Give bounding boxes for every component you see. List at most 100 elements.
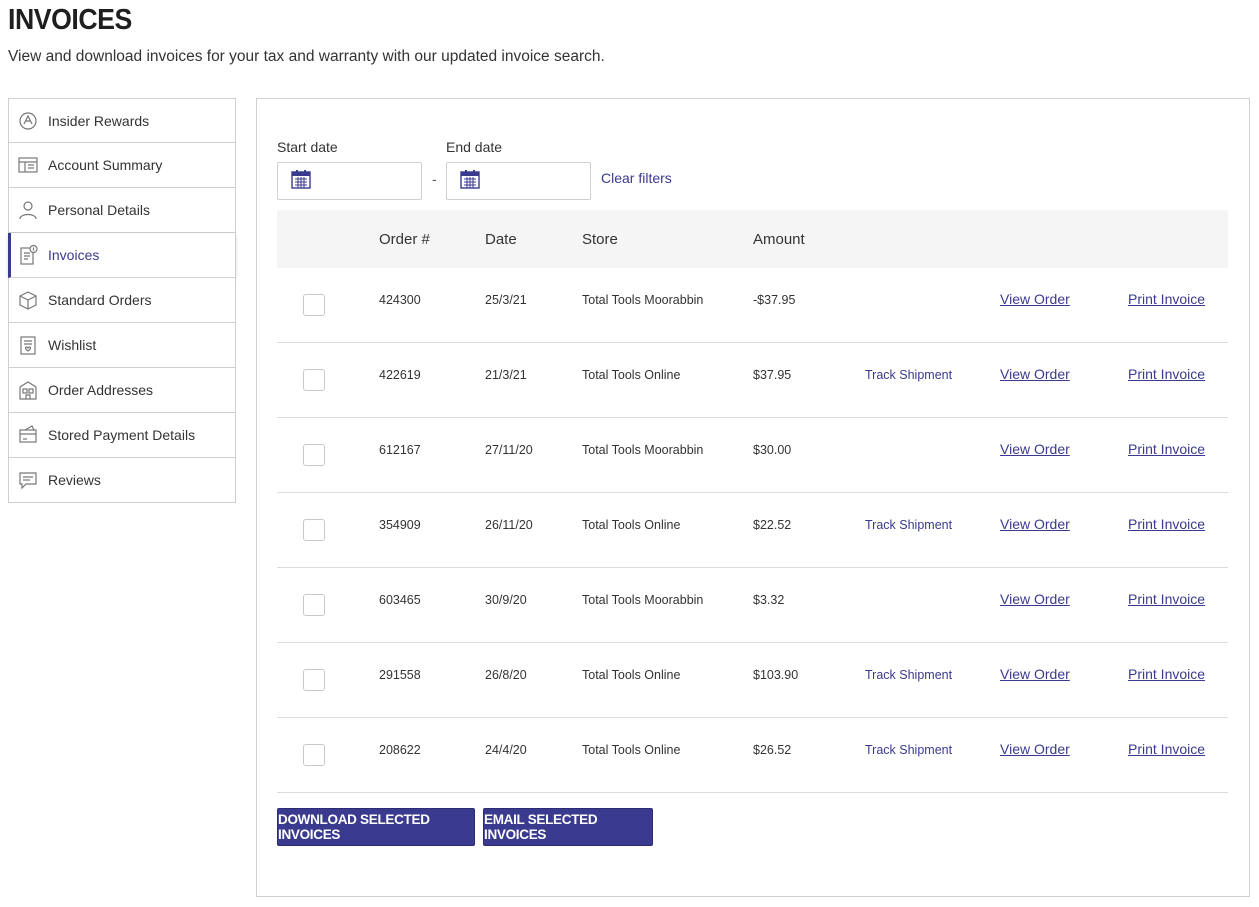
page-title: INVOICES: [8, 4, 132, 36]
order-amount: $3.32: [753, 593, 785, 607]
print-invoice-link[interactable]: Print Invoice: [1128, 366, 1205, 382]
sidebar-item-label: Reviews: [48, 472, 101, 488]
view-order-link[interactable]: View Order: [1000, 516, 1070, 532]
start-date-input[interactable]: [277, 162, 422, 200]
row-select-checkbox[interactable]: [303, 744, 325, 766]
rewards-icon: [17, 110, 39, 132]
order-amount: $22.52: [753, 518, 792, 532]
sidebar-item-personal-details[interactable]: Personal Details: [8, 188, 236, 233]
order-store: Total Tools Moorabbin: [582, 593, 704, 607]
row-select-checkbox[interactable]: [303, 369, 325, 391]
end-date-label: End date: [446, 139, 503, 155]
email-selected-invoices-button[interactable]: EMAIL SELECTED INVOICES: [483, 808, 653, 846]
invoices-panel: Start date End date - Clear filters Orde…: [256, 98, 1250, 897]
row-select-checkbox[interactable]: [303, 669, 325, 691]
invoices-table: Order # Date Store Amount 424300 25/3/21 T…: [277, 210, 1228, 793]
sidebar-item-order-addresses[interactable]: Order Addresses: [8, 368, 236, 413]
sidebar-item-insider-rewards[interactable]: Insider Rewards: [8, 98, 236, 143]
order-amount: $37.95: [753, 368, 792, 382]
download-selected-invoices-button[interactable]: DOWNLOAD SELECTED INVOICES: [277, 808, 475, 846]
order-date: 26/11/20: [485, 518, 533, 532]
order-date: 25/3/21: [485, 293, 527, 307]
view-order-link[interactable]: View Order: [1000, 741, 1070, 757]
print-invoice-link[interactable]: Print Invoice: [1128, 666, 1205, 682]
column-header-order: Order #: [379, 231, 430, 248]
track-shipment-link[interactable]: Track Shipment: [865, 668, 952, 682]
order-number: 424300: [379, 293, 421, 307]
sidebar-item-label: Insider Rewards: [48, 112, 150, 129]
address-icon: [17, 379, 39, 401]
sidebar-item-label: Standard Orders: [48, 292, 152, 308]
order-number: 291558: [379, 668, 421, 682]
track-shipment-link[interactable]: Track Shipment: [865, 368, 952, 382]
sidebar-item-label: Invoices: [48, 247, 100, 263]
print-invoice-link[interactable]: Print Invoice: [1128, 441, 1205, 457]
order-number: 603465: [379, 593, 421, 607]
track-shipment-link[interactable]: Track Shipment: [865, 518, 952, 532]
order-date: 21/3/21: [485, 368, 527, 382]
order-date: 30/9/20: [485, 593, 527, 607]
sidebar-item-label: Order Addresses: [48, 382, 154, 398]
order-store: Total Tools Online: [582, 518, 681, 532]
order-date: 24/4/20: [485, 743, 527, 757]
row-select-checkbox[interactable]: [303, 519, 325, 541]
box-icon: [17, 289, 39, 311]
sidebar-item-label: Account Summary: [48, 157, 163, 173]
table-row: 424300 25/3/21 Total Tools Moorabbin -$37.9…: [277, 268, 1228, 343]
order-store: Total Tools Moorabbin: [582, 443, 704, 457]
table-header: Order # Date Store Amount: [277, 210, 1228, 268]
table-row: 603465 30/9/20 Total Tools Moorabbin $3.32 V…: [277, 568, 1228, 643]
sidebar-item-label: Stored Payment Details: [48, 427, 196, 443]
print-invoice-link[interactable]: Print Invoice: [1128, 291, 1205, 307]
table-row: 422619 21/3/21 Total Tools Online $37.95 Tra…: [277, 343, 1228, 418]
order-date: 27/11/20: [485, 443, 533, 457]
sidebar-item-label: Personal Details: [48, 202, 150, 218]
view-order-link[interactable]: View Order: [1000, 591, 1070, 607]
view-order-link[interactable]: View Order: [1000, 666, 1070, 682]
table-body: 424300 25/3/21 Total Tools Moorabbin -$37.9…: [277, 268, 1228, 793]
print-invoice-link[interactable]: Print Invoice: [1128, 591, 1205, 607]
track-shipment-link[interactable]: Track Shipment: [865, 743, 952, 757]
invoice-icon: [17, 244, 39, 266]
table-row: 612167 27/11/20 Total Tools Moorabbin $30.0…: [277, 418, 1228, 493]
sidebar-item-stored-payment-details[interactable]: Stored Payment Details: [8, 413, 236, 458]
view-order-link[interactable]: View Order: [1000, 291, 1070, 307]
order-date: 26/8/20: [485, 668, 527, 682]
print-invoice-link[interactable]: Print Invoice: [1128, 741, 1205, 757]
order-amount: $26.52: [753, 743, 792, 757]
sidebar-item-reviews[interactable]: Reviews: [8, 458, 236, 503]
order-number: 612167: [379, 443, 421, 457]
view-order-link[interactable]: View Order: [1000, 366, 1070, 382]
sidebar-item-standard-orders[interactable]: Standard Orders: [8, 278, 236, 323]
account-summary-icon: [17, 154, 39, 176]
reviews-icon: [17, 469, 39, 491]
start-date-label: Start date: [277, 139, 338, 155]
sidebar-item-invoices[interactable]: Invoices: [8, 233, 236, 278]
order-store: Total Tools Online: [582, 668, 681, 682]
print-invoice-link[interactable]: Print Invoice: [1128, 516, 1205, 532]
person-icon: [17, 199, 39, 221]
column-header-amount: Amount: [753, 231, 805, 248]
calendar-icon[interactable]: [290, 168, 312, 195]
order-number: 422619: [379, 368, 421, 382]
order-amount: -$37.95: [753, 293, 796, 307]
order-number: 208622: [379, 743, 421, 757]
view-order-link[interactable]: View Order: [1000, 441, 1070, 457]
order-store: Total Tools Moorabbin: [582, 293, 704, 307]
table-row: 354909 26/11/20 Total Tools Online $22.52 Tr…: [277, 493, 1228, 568]
calendar-icon[interactable]: [459, 168, 481, 195]
order-amount: $103.90: [753, 668, 799, 682]
table-row: 291558 26/8/20 Total Tools Online $103.90 Tr…: [277, 643, 1228, 718]
page-subtitle: View and download invoices for your tax …: [8, 48, 605, 65]
row-select-checkbox[interactable]: [303, 294, 325, 316]
end-date-input[interactable]: [446, 162, 591, 200]
column-header-date: Date: [485, 231, 517, 248]
sidebar-item-account-summary[interactable]: Account Summary: [8, 143, 236, 188]
table-row: 208622 24/4/20 Total Tools Online $26.52 Tra…: [277, 718, 1228, 793]
sidebar-item-wishlist[interactable]: Wishlist: [8, 323, 236, 368]
row-select-checkbox[interactable]: [303, 594, 325, 616]
sidebar-item-label: Wishlist: [48, 337, 97, 353]
card-icon: [17, 424, 39, 446]
row-select-checkbox[interactable]: [303, 444, 325, 466]
clear-filters-link[interactable]: Clear filters: [601, 170, 672, 186]
